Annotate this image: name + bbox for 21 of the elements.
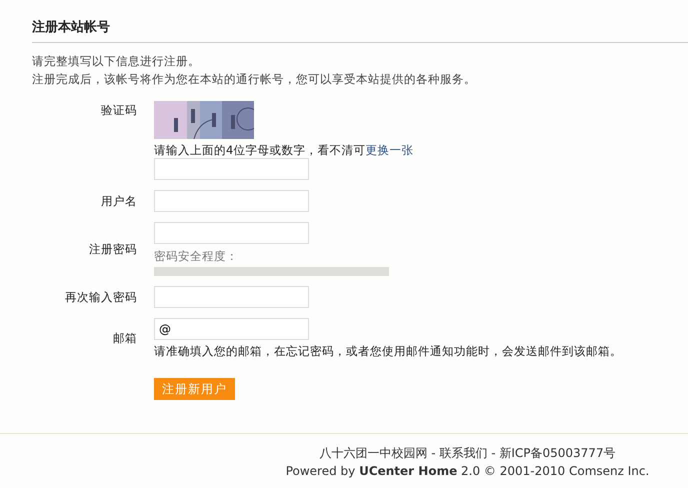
text-input[interactable] — [154, 190, 309, 212]
email-hint: 请准确填入您的邮箱，在忘记密码，或者您使用邮件通知功能时，会发送邮件到该邮箱。 — [154, 343, 622, 359]
contact-link[interactable]: 联系我们 — [439, 446, 488, 460]
intro-text: 注册完成后，该帐号将作为您在本站的通行帐号，您可以享受本站提供的各种服务。 — [32, 71, 477, 88]
field-label: 再次输入密码 — [64, 290, 137, 304]
captcha-hint: 请输入上面的4位字母或数字，看不清可更换一张 — [154, 142, 414, 158]
field-label: 验证码 — [100, 102, 137, 118]
captcha-input[interactable] — [154, 158, 309, 180]
icp-number: - 新ICP备05003777号 — [491, 446, 616, 460]
page-title: 注册本站帐号 — [31, 18, 111, 37]
powered-by-text: Powered by UCenter Home 2.0 © 2001-2010 Comsenz Inc. — [284, 463, 650, 480]
email-input[interactable]: @ — [154, 318, 309, 340]
field-label: 邮箱 — [112, 331, 137, 346]
refresh-link[interactable]: 更换一张 — [365, 143, 414, 157]
field-label: 注册密码 — [88, 242, 137, 256]
field-label: 用户名 — [100, 194, 137, 208]
intro-text: 请完整填写以下信息进行注册。 — [32, 53, 201, 70]
text-input[interactable] — [154, 286, 309, 308]
site-name: 八十六团一中校园网 - — [319, 446, 436, 460]
strength-label: 密码安全程度： — [154, 249, 238, 264]
password-input[interactable] — [154, 222, 309, 244]
